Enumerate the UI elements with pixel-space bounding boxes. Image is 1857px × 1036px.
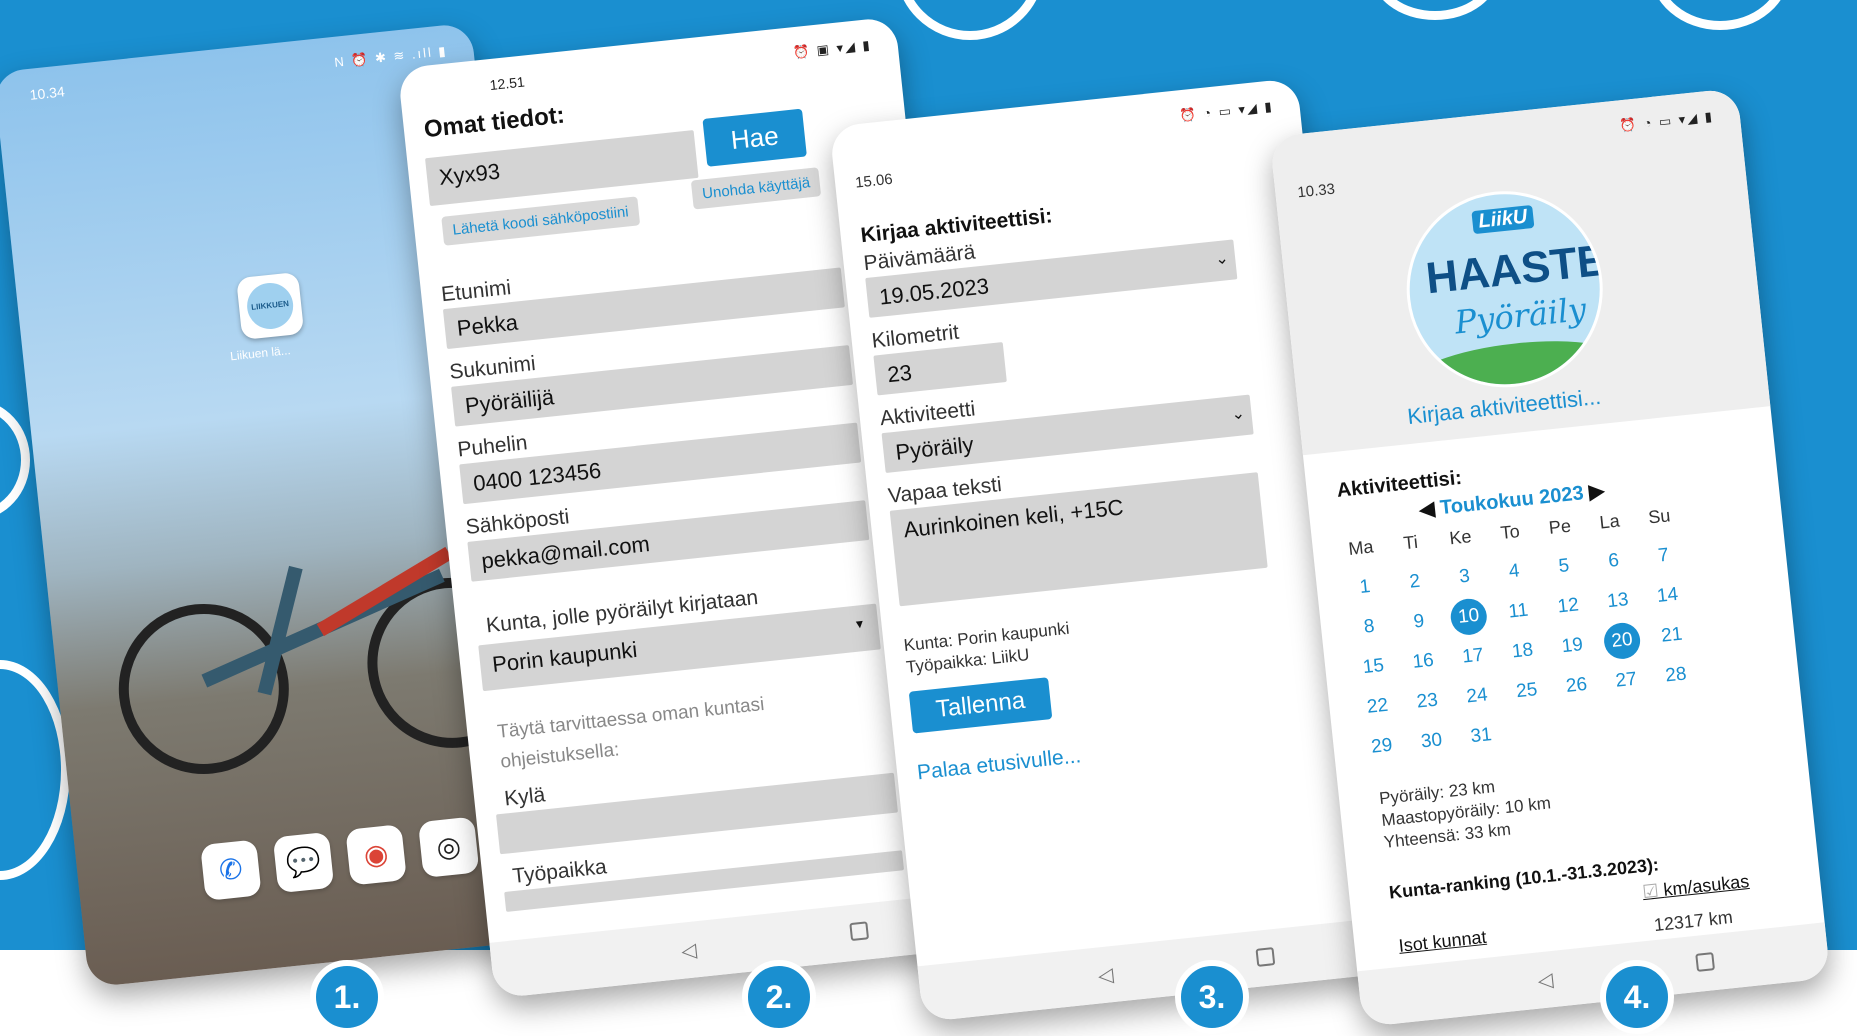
chrome-icon[interactable]: ◉ [345,824,407,886]
camera-icon[interactable]: ◎ [417,816,480,879]
status-time: 12.51 [488,73,526,94]
village-label: Kylä [503,783,547,811]
calendar-day[interactable]: 31 [1462,716,1502,756]
calendar-day[interactable]: 8 [1350,607,1390,647]
user-code-input[interactable]: Xyx93 [425,130,699,207]
dropdown-arrow-icon: ▾ [855,615,864,632]
calendar-day[interactable]: 3 [1445,557,1485,597]
status-icons: ⏰ ▣ ▾◢ ▮ [792,37,873,61]
calendar-day[interactable]: 11 [1499,592,1539,632]
calendar-day[interactable]: 17 [1453,637,1493,677]
calendar-weekday: Su [1647,505,1672,528]
calendar-weekday: Pe [1547,515,1572,538]
page-title: Omat tiedot: [422,101,566,144]
calendar-day[interactable]: 25 [1507,671,1547,711]
calendar-weekday: Ti [1402,531,1419,554]
calendar-weekday: Ke [1448,526,1473,549]
recents-nav-icon[interactable] [1255,947,1276,967]
save-button[interactable]: Tallenna [908,677,1053,734]
step-badge-4: 4. [1600,960,1674,1034]
app-icon-liikuen[interactable]: LIIKKUEN [236,271,305,341]
calendar-day[interactable]: 28 [1656,656,1696,696]
calendar-day[interactable]: 4 [1495,552,1535,592]
ranking-row-value: 12317 km [1652,906,1734,936]
calendar-day[interactable]: 9 [1399,602,1439,642]
back-nav-icon[interactable]: ◁ [1097,962,1115,988]
calendar-weekday: La [1598,510,1621,533]
ranking-category-link[interactable]: Isot kunnat [1398,927,1488,957]
recents-nav-icon[interactable] [849,921,870,942]
forget-user-button[interactable]: Unohda käyttäjä [690,167,822,210]
chevron-down-icon: ⌄ [1214,250,1230,269]
phone-icon[interactable]: ✆ [200,839,262,901]
calendar-day[interactable]: 22 [1358,687,1398,727]
step-badge-3: 3. [1175,960,1249,1034]
hint-line-1: Täytä tarvittaessa oman kuntasi [496,693,766,743]
calendar-day[interactable]: 2 [1395,562,1435,602]
calendar-day[interactable]: 1 [1345,568,1385,608]
liiku-logo-icon: LIIKKUEN [244,280,296,332]
calendar-day[interactable]: 15 [1354,647,1394,687]
calendar-day[interactable]: 20 [1602,621,1642,661]
calendar-day[interactable]: 7 [1644,536,1684,576]
back-nav-icon[interactable]: ◁ [680,937,698,963]
ranking-title: Kunta-ranking (10.1.-31.3.2023): [1388,854,1660,903]
recents-nav-icon[interactable] [1695,952,1716,972]
next-month-icon[interactable]: ▶ [1582,480,1606,504]
calendar-day[interactable]: 30 [1412,722,1452,762]
calendar-day[interactable]: 18 [1503,632,1543,672]
calendar-day[interactable]: 21 [1652,616,1692,656]
calendar-day[interactable]: 13 [1598,581,1638,621]
calendar-day[interactable]: 14 [1648,576,1688,616]
search-button[interactable]: Hae [702,108,807,167]
calendar-day[interactable]: 10 [1448,597,1489,637]
calendar-day[interactable]: 26 [1557,666,1597,706]
status-icons: ⏰ ◔ ▭ ▾◢ ▮ [1178,98,1275,124]
chevron-down-icon: ⌄ [1230,405,1246,424]
step-badge-1: 1. [310,960,384,1034]
calendar-day[interactable]: 12 [1548,587,1588,627]
calendar-day[interactable]: 19 [1553,626,1593,666]
calendar-day[interactable]: 29 [1362,727,1402,767]
village-field[interactable] [495,772,898,855]
app-label: Liikuen lä... [229,343,292,364]
calendar-day[interactable]: 6 [1594,542,1634,582]
send-code-button[interactable]: Lähetä koodi sähköpostiini [441,196,640,246]
calendar-day[interactable]: 16 [1403,642,1443,682]
calendar-day[interactable]: 5 [1544,547,1584,587]
calendar-weekday: Ma [1347,536,1375,559]
messages-icon[interactable]: 💬 [272,831,335,894]
status-time: 10.34 [28,83,66,103]
back-nav-icon[interactable]: ◁ [1536,967,1555,993]
prev-month-icon[interactable]: ◀ [1418,497,1441,521]
hint-line-2: ohjeistuksella: [499,739,621,773]
calendar-weekday: To [1499,521,1521,543]
phone-activity-calendar-screen: ⏰ ◔ ▭ ▾◢ ▮ 10.33 LiikU HAASTE Pyöräily K… [1269,87,1831,1028]
status-time: 15.06 [854,170,894,192]
nav-bar: ◁ [917,917,1391,1023]
checkbox-icon[interactable]: ☑ [1641,880,1664,903]
calendar-day[interactable]: 23 [1408,682,1448,722]
calendar-day[interactable]: 24 [1457,677,1497,717]
step-badge-2: 2. [742,960,816,1034]
ranking-unit-toggle[interactable]: ☑ km/asukas [1641,871,1750,903]
back-to-home-link[interactable]: Palaa etusivulle... [916,744,1082,785]
calendar-day[interactable]: 27 [1607,661,1647,701]
